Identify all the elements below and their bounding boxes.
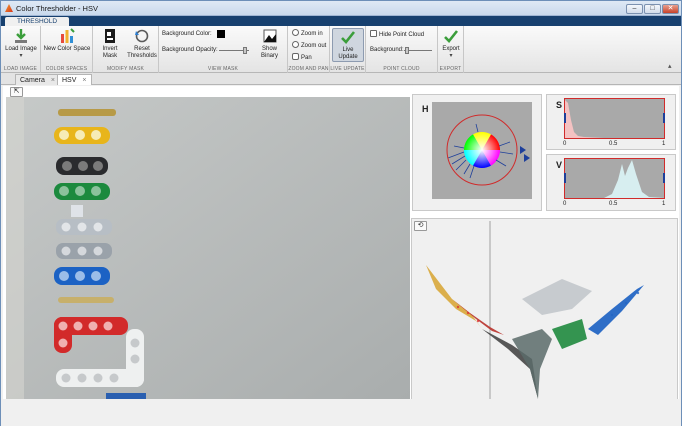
background-opacity-label: Background Opacity: [162,47,218,53]
point-cloud-panel[interactable]: ⟲ [411,218,678,408]
close-tab-icon[interactable]: × [51,77,55,84]
saturation-tick-mid: 0.5 [609,141,618,147]
hide-point-cloud-button[interactable]: Hide Point Cloud [370,30,424,39]
group-label-color-spaces: COLOR SPACES [45,66,88,72]
group-live-update: Live Update LIVE UPDATE [330,26,366,73]
group-label-modify-mask: MODIFY MASK [106,66,145,72]
matlab-icon [5,4,13,12]
background-color-label: Background Color: [162,31,212,37]
group-label-zoom-pan: ZOOM AND PAN [288,66,329,72]
value-histogram[interactable] [564,158,665,199]
group-label-live-update: LIVE UPDATE [330,66,365,72]
hue-label: H [422,104,429,114]
hide-point-cloud-label: Hide Point Cloud [379,32,425,38]
group-label-view-mask: VIEW MASK [207,66,239,72]
minimize-button[interactable]: – [626,4,643,14]
opacity-slider-thumb[interactable] [243,47,247,54]
export-button[interactable]: Export ▾ [439,28,463,60]
zoom-out-icon [292,41,299,48]
close-tab-icon[interactable]: × [82,77,86,84]
check-icon [341,31,356,44]
group-label-point-cloud: POINT CLOUD [383,66,420,72]
show-binary-button[interactable]: Show Binary [253,28,286,60]
group-export: Export ▾ EXPORT [438,26,464,73]
reset-thresholds-label: Reset Thresholds [127,46,157,59]
group-label-export: EXPORT [439,66,462,72]
pan-label: Pan [301,55,312,61]
point-cloud-icon [370,30,377,37]
group-load-image: Load Image ▾ LOAD IMAGE [1,26,41,73]
value-tick-1: 1 [662,201,666,207]
group-point-cloud: Hide Point Cloud Background: POINT CLOUD [366,26,438,73]
tab-camera[interactable]: Camera × [15,74,60,85]
saturation-panel: S 0 0.5 1 [546,94,676,150]
export-label: Export [442,46,460,52]
reset-thresholds-button[interactable]: Reset Thresholds [126,28,158,60]
live-update-button[interactable]: Live Update [332,28,364,62]
pan-button[interactable]: Pan [292,53,312,62]
zoom-out-label: Zoom out [301,43,327,49]
title-bar: Color Thresholder - HSV – □ ✕ [1,1,681,16]
value-tick-mid: 0.5 [609,201,618,207]
new-color-space-button[interactable]: New Color Space [43,28,91,53]
background-color-swatch[interactable] [217,30,225,38]
point-cloud-background-label: Background: [370,47,404,53]
saturation-tick-1: 1 [662,141,666,147]
hue-panel: H [412,94,542,211]
document-tabs: Camera × HSV × [1,73,681,85]
zoom-in-label: Zoom in [301,31,323,37]
load-image-button[interactable]: Load Image ▾ [4,28,38,60]
show-binary-label: Show Binary [260,46,278,59]
group-modify-mask: Invert Mask Reset Thresholds MODIFY MASK [93,26,159,73]
bar-chart-icon [61,28,75,43]
new-color-space-label: New Color Space [43,46,91,52]
status-bar [1,399,681,426]
value-tick-0: 0 [563,201,567,207]
lego-parts-image [6,97,410,399]
app-window: Color Thresholder - HSV – □ ✕ THRESHOLD … [0,0,682,426]
ribbon-toolbar: Load Image ▾ LOAD IMAGE New Color Space … [1,26,681,73]
hsv-point-cloud [412,221,677,407]
down-arrow-icon [15,29,27,43]
collapse-ribbon-icon[interactable]: ▴ [668,62,672,70]
invert-icon [105,29,115,43]
value-label: V [556,160,563,170]
binary-mask-icon [263,29,276,43]
tab-hsv[interactable]: HSV × [57,74,92,85]
group-zoom-pan: Zoom in Zoom out Pan ZOOM AND PAN [288,26,330,73]
zoom-in-button[interactable]: Zoom in [292,29,323,38]
hand-icon [292,53,299,60]
tab-threshold[interactable]: THRESHOLD [5,17,69,26]
invert-mask-label: Invert Mask [102,46,118,59]
saturation-histogram[interactable] [564,98,665,139]
chevron-down-icon[interactable]: ▾ [4,53,38,60]
image-toolbar-button[interactable]: ⇱ [10,87,23,97]
group-view-mask: Background Color: Background Opacity: Sh… [159,26,288,73]
export-chevron-down-icon[interactable]: ▾ [439,53,463,60]
saturation-label: S [556,100,563,110]
hue-color-wheel[interactable] [432,102,532,199]
ribbon-tabstrip: THRESHOLD [1,16,681,26]
segmented-image[interactable] [6,97,410,399]
window-title: Color Thresholder - HSV [16,4,98,13]
group-label-load-image: LOAD IMAGE [3,66,38,72]
value-panel: V 0 0.5 1 [546,154,676,211]
load-image-label: Load Image [5,46,37,52]
main-content: ⇱ H S 0 0.5 1 V 0 0.5 1 ⟲ [3,86,679,408]
maximize-button[interactable]: □ [644,4,661,14]
zoom-out-button[interactable]: Zoom out [292,41,326,50]
close-button[interactable]: ✕ [662,4,679,14]
tab-hsv-label: HSV [62,77,77,84]
invert-mask-button[interactable]: Invert Mask [95,28,125,60]
point-cloud-slider-thumb[interactable] [405,47,409,54]
image-panel: ⇱ [4,87,410,399]
saturation-tick-0: 0 [563,141,567,147]
live-update-label: Live Update [338,47,358,60]
reset-icon [135,29,149,43]
group-color-spaces: New Color Space COLOR SPACES [41,26,93,73]
zoom-in-icon [292,29,299,36]
tab-camera-label: Camera [20,77,45,84]
export-check-icon [444,30,459,43]
